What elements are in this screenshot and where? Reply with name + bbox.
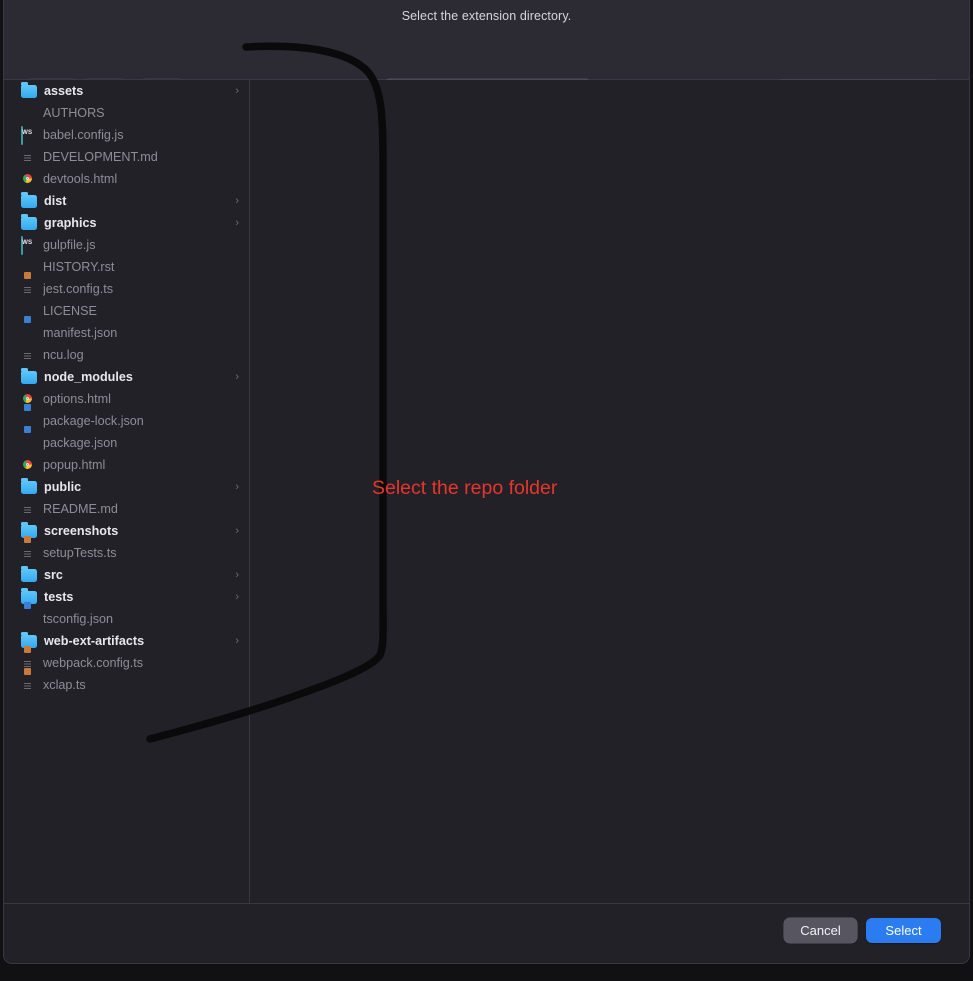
file-name-label: LICENSE bbox=[43, 304, 97, 318]
file-row[interactable]: README.md bbox=[4, 498, 249, 520]
file-name-label: README.md bbox=[43, 502, 118, 516]
file-row[interactable]: tests › bbox=[4, 586, 249, 608]
file-row[interactable]: node_modules › bbox=[4, 366, 249, 388]
file-row[interactable]: manifest.json bbox=[4, 316, 249, 344]
file-row[interactable]: LICENSE bbox=[4, 300, 249, 322]
disclosure-chevron-icon[interactable]: › bbox=[235, 217, 239, 229]
ts-doc-icon bbox=[21, 668, 36, 693]
ts-doc-icon bbox=[21, 272, 36, 297]
webstorm-icon: WS bbox=[21, 236, 36, 255]
folder-icon bbox=[21, 477, 37, 494]
file-name-label: graphics bbox=[44, 216, 97, 230]
folder-icon bbox=[21, 367, 37, 384]
preview-column bbox=[250, 80, 969, 905]
file-row[interactable]: web-ext-artifacts › bbox=[4, 630, 249, 652]
text-doc-icon bbox=[21, 501, 36, 517]
file-name-label: dist bbox=[44, 194, 67, 208]
file-name-label: web-ext-artifacts bbox=[44, 634, 145, 648]
file-row[interactable]: xclap.ts bbox=[4, 668, 249, 696]
file-name-label: setupTests.ts bbox=[43, 546, 117, 560]
chrome-doc-icon bbox=[21, 457, 36, 473]
file-row[interactable]: assets › bbox=[4, 80, 249, 102]
json-doc-icon bbox=[21, 316, 36, 341]
folder-icon bbox=[21, 565, 37, 582]
file-name-label: HISTORY.rst bbox=[43, 260, 115, 274]
disclosure-chevron-icon[interactable]: › bbox=[235, 195, 239, 207]
file-row[interactable]: WS gulpfile.js bbox=[4, 234, 249, 256]
file-row[interactable]: public › bbox=[4, 476, 249, 498]
blank-doc-icon bbox=[21, 105, 36, 121]
file-name-label: xclap.ts bbox=[43, 678, 86, 692]
file-row[interactable]: package.json bbox=[4, 426, 249, 454]
file-name-label: node_modules bbox=[44, 370, 133, 384]
file-name-label: DEVELOPMENT.md bbox=[43, 150, 158, 164]
file-name-label: jest.config.ts bbox=[43, 282, 113, 296]
annotation-text: Select the repo folder bbox=[372, 477, 558, 499]
ts-doc-icon bbox=[21, 536, 36, 561]
webstorm-icon: WS bbox=[21, 126, 36, 145]
file-name-label: src bbox=[44, 568, 63, 582]
file-row[interactable]: package-lock.json bbox=[4, 404, 249, 432]
disclosure-chevron-icon[interactable]: › bbox=[235, 481, 239, 493]
dialog-toolbar: ‹ › ⌄ ⌄ chrome-wak bbox=[4, 35, 969, 101]
disclosure-chevron-icon[interactable]: › bbox=[235, 569, 239, 581]
folder-icon bbox=[21, 191, 37, 208]
file-name-label: public bbox=[44, 480, 82, 494]
file-name-label: popup.html bbox=[43, 458, 106, 472]
json-doc-icon bbox=[21, 426, 36, 451]
cancel-button[interactable]: Cancel bbox=[784, 918, 857, 943]
text-doc-icon bbox=[21, 347, 36, 363]
file-row[interactable]: webpack.config.ts bbox=[4, 646, 249, 674]
file-row[interactable]: graphics › bbox=[4, 212, 249, 234]
file-row[interactable]: tsconfig.json bbox=[4, 602, 249, 630]
dialog-footer: Cancel Select bbox=[4, 903, 969, 963]
file-row[interactable]: jest.config.ts bbox=[4, 272, 249, 300]
file-name-label: tests bbox=[44, 590, 74, 604]
folder-icon bbox=[21, 81, 37, 98]
file-name-label: AUTHORS bbox=[43, 106, 105, 120]
disclosure-chevron-icon[interactable]: › bbox=[235, 591, 239, 603]
file-row[interactable]: WS babel.config.js bbox=[4, 124, 249, 146]
file-row[interactable]: ncu.log bbox=[4, 344, 249, 366]
json-doc-icon bbox=[21, 602, 36, 627]
dialog-title: Select the extension directory. bbox=[401, 9, 572, 23]
file-row[interactable]: options.html bbox=[4, 388, 249, 410]
file-name-label: babel.config.js bbox=[43, 128, 124, 142]
file-list-column[interactable]: assets › AUTHORS WS babel.config.js DEVELOPME… bbox=[4, 80, 250, 905]
file-name-label: gulpfile.js bbox=[43, 238, 96, 252]
file-name-label: screenshots bbox=[44, 524, 119, 538]
disclosure-chevron-icon[interactable]: › bbox=[235, 371, 239, 383]
file-name-label: tsconfig.json bbox=[43, 612, 114, 626]
folder-icon bbox=[21, 213, 37, 230]
file-name-label: package-lock.json bbox=[43, 414, 144, 428]
file-row[interactable]: setupTests.ts bbox=[4, 536, 249, 564]
disclosure-chevron-icon[interactable]: › bbox=[235, 525, 239, 537]
chrome-doc-icon bbox=[21, 171, 36, 187]
disclosure-chevron-icon[interactable]: › bbox=[235, 635, 239, 647]
file-name-label: ncu.log bbox=[43, 348, 84, 362]
dialog-titlebar: Select the extension directory. bbox=[4, 0, 969, 35]
file-row[interactable]: src › bbox=[4, 564, 249, 586]
file-row[interactable]: screenshots › bbox=[4, 520, 249, 542]
text-doc-icon bbox=[21, 149, 36, 165]
file-name-label: webpack.config.ts bbox=[43, 656, 144, 670]
file-name-label: options.html bbox=[43, 392, 111, 406]
file-name-label: manifest.json bbox=[43, 326, 118, 340]
file-row[interactable]: dist › bbox=[4, 190, 249, 212]
file-row[interactable]: AUTHORS bbox=[4, 102, 249, 124]
file-row[interactable]: DEVELOPMENT.md bbox=[4, 146, 249, 168]
select-button[interactable]: Select bbox=[866, 918, 941, 943]
file-row[interactable]: devtools.html bbox=[4, 168, 249, 190]
file-row[interactable]: popup.html bbox=[4, 454, 249, 476]
file-row[interactable]: HISTORY.rst bbox=[4, 256, 249, 278]
file-name-label: devtools.html bbox=[43, 172, 118, 186]
file-name-label: package.json bbox=[43, 436, 118, 450]
disclosure-chevron-icon[interactable]: › bbox=[235, 85, 239, 97]
file-name-label: assets bbox=[44, 84, 84, 98]
